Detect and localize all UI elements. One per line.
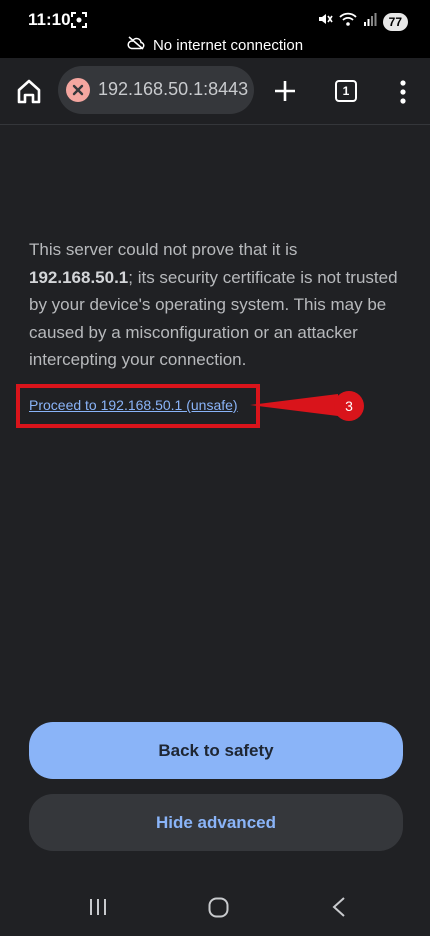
signal-icon — [363, 12, 377, 31]
page-content: This server could not prove that it is 1… — [0, 125, 430, 867]
offline-text: No internet connection — [152, 36, 304, 54]
wifi-icon — [339, 11, 357, 32]
security-error-icon[interactable] — [66, 78, 90, 102]
mute-icon — [317, 11, 333, 32]
status-time: 11:10 — [28, 10, 71, 29]
url-bar[interactable]: 192.168.50.1:8443 — [58, 66, 254, 114]
message-text-1: This server could not prove that it is — [29, 240, 298, 259]
nav-back-button[interactable] — [331, 896, 347, 923]
more-vert-icon — [400, 80, 406, 104]
home-icon — [17, 79, 41, 104]
home-button[interactable] — [14, 76, 44, 106]
annotation-pointer — [250, 394, 338, 416]
offline-banner: No internet connection — [0, 32, 430, 58]
back-to-safety-button[interactable]: Back to safety — [29, 722, 403, 779]
message-host: 192.168.50.1 — [29, 267, 129, 287]
plus-icon — [275, 81, 295, 101]
menu-button[interactable] — [398, 79, 408, 105]
url-text[interactable]: 192.168.50.1:8443 — [98, 79, 248, 100]
home-circle-icon — [208, 897, 229, 918]
recents-button[interactable] — [88, 898, 108, 921]
new-tab-button[interactable] — [272, 78, 298, 104]
annotation-step-badge: 3 — [334, 391, 364, 421]
browser-toolbar: 192.168.50.1:8443 1 — [0, 58, 430, 125]
back-chevron-icon — [332, 897, 345, 917]
tab-switcher-button[interactable]: 1 — [335, 80, 357, 102]
status-icons: 77 — [317, 11, 408, 32]
nav-home-button[interactable] — [208, 897, 229, 923]
annotation-highlight-box — [16, 384, 260, 428]
screenshot-icon — [71, 12, 87, 33]
system-nav-bar — [0, 867, 430, 936]
recents-icon — [90, 899, 106, 915]
cloud-off-icon — [127, 36, 145, 54]
warning-message: This server could not prove that it is 1… — [29, 236, 401, 374]
battery-level: 77 — [382, 12, 408, 31]
hide-advanced-button[interactable]: Hide advanced — [29, 794, 403, 851]
